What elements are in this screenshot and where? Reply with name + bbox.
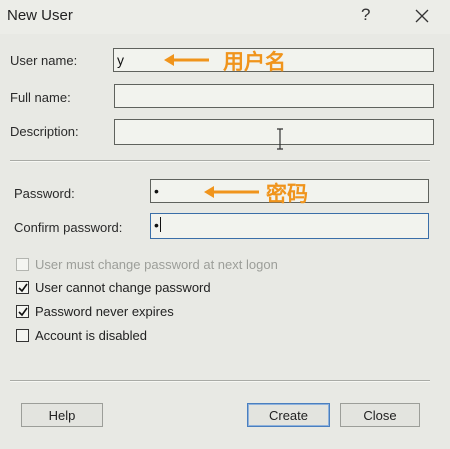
checkbox-box[interactable] — [16, 305, 29, 318]
checkbox-box[interactable] — [16, 281, 29, 294]
description-field[interactable] — [114, 119, 434, 145]
description-label: Description: — [10, 124, 79, 139]
full-name-label: Full name: — [10, 90, 71, 105]
separator — [10, 380, 430, 382]
checkmark-icon — [18, 307, 28, 317]
close-button[interactable]: Close — [340, 403, 420, 427]
confirm-password-field[interactable]: • — [150, 213, 429, 239]
help-button[interactable]: Help — [21, 403, 103, 427]
checkbox-label: Password never expires — [35, 304, 174, 319]
annotation-arrow-username — [163, 52, 211, 71]
annotation-password: 密码 — [266, 183, 308, 206]
dialog-title: New User — [7, 7, 73, 24]
text-cursor-icon — [275, 128, 285, 153]
confirm-password-value: • — [154, 217, 159, 233]
checkbox-label: User cannot change password — [35, 280, 211, 295]
help-icon[interactable]: ? — [361, 5, 370, 25]
user-name-label: User name: — [10, 53, 78, 68]
text-caret — [159, 217, 161, 232]
new-user-dialog: New User ? User name: y Full name: Descr… — [0, 0, 450, 449]
annotation-arrow-password — [203, 184, 261, 203]
separator — [10, 160, 430, 162]
checkbox-label: Account is disabled — [35, 328, 148, 343]
checkbox-box — [16, 258, 29, 271]
checkmark-icon — [18, 283, 28, 293]
full-name-field[interactable] — [114, 84, 434, 108]
annotation-username: 用户名 — [223, 51, 286, 74]
user-name-value: y — [117, 52, 124, 68]
confirm-password-label: Confirm password: — [14, 220, 123, 235]
checkbox-label: User must change password at next logon — [35, 257, 278, 272]
create-button[interactable]: Create — [247, 403, 330, 427]
checkbox-box[interactable] — [16, 329, 29, 342]
close-icon[interactable] — [414, 8, 430, 24]
password-value: • — [154, 183, 159, 199]
password-label: Password: — [14, 186, 75, 201]
title-bar: New User ? — [0, 0, 450, 34]
